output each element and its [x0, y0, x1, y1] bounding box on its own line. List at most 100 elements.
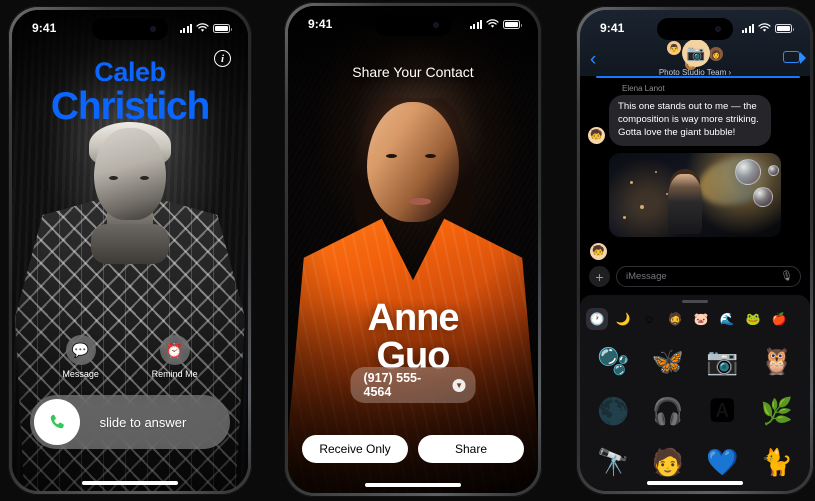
message-row: 🧒 This one stands out to me — the compos…	[588, 95, 802, 146]
avatar: 🧒	[590, 242, 607, 260]
contact-first-name: Anne	[367, 297, 460, 339]
facetime-video-icon[interactable]	[783, 51, 806, 64]
app-red-tab[interactable]: 🍎	[768, 308, 790, 330]
dynamic-island	[657, 18, 733, 40]
message-action[interactable]: 💬 Message	[62, 335, 99, 379]
telescope-sticker[interactable]: 🔭	[597, 449, 629, 475]
alarm-clock-icon: ⏰	[159, 335, 190, 365]
microphone-icon[interactable]: 🎙	[780, 271, 793, 282]
camera-sticker[interactable]: 📷	[706, 348, 738, 374]
signal-bars-icon	[470, 19, 482, 29]
chevron-down-icon[interactable]: ▼	[452, 378, 466, 392]
wifi-icon	[196, 23, 209, 32]
message-sender-name: Elena Lanot	[622, 84, 665, 93]
back-button[interactable]: ‹	[590, 50, 596, 69]
avatar: 👩	[709, 47, 723, 61]
photo-attachment[interactable]: ⬇	[609, 152, 781, 237]
imessage-input[interactable]: iMessage 🎙	[616, 266, 801, 287]
group-header[interactable]: 👨 📷 👩 🧑 Photo Studio Team ›	[659, 39, 731, 77]
group-camera-avatar: 📷	[682, 39, 710, 67]
sticker-drawer: 🕐 🌙 ☺ 🧔 🐷 🌊 🐸 🍎 🫧 🦋 📷 🦉 🌑 🎧 🅰 🌿 🔭 🧑 💙 🐈	[580, 295, 810, 491]
message-action-label: Message	[62, 369, 99, 379]
signal-bars-icon	[180, 23, 192, 33]
app-green-tab[interactable]: 🐸	[742, 308, 764, 330]
contact-phone-pill[interactable]: (917) 555-4564 ▼	[350, 367, 476, 403]
home-indicator[interactable]	[82, 481, 178, 485]
screenshot-canvas: 9:41 i Caleb Christich 💬 Message ⏰ Remin…	[0, 0, 815, 501]
phone-messages: ‹ 👨 📷 👩 🧑 Photo Studio Team › E	[576, 6, 814, 495]
sparkle	[639, 204, 644, 209]
status-time: 9:41	[600, 21, 625, 35]
drawer-grabber[interactable]	[682, 300, 708, 303]
phone-incoming-call: 9:41 i Caleb Christich 💬 Message ⏰ Remin…	[8, 6, 252, 495]
bubbles-sticker[interactable]: 🫧	[597, 348, 629, 374]
caller-last-name: Christich	[50, 84, 210, 128]
headphones-sticker[interactable]: 🎧	[652, 398, 684, 424]
remind-me-action-label: Remind Me	[151, 369, 198, 379]
sticker-grid: 🫧 🦋 📷 🦉 🌑 🎧 🅰 🌿 🔭 🧑 💙 🐈	[580, 336, 810, 491]
call-info-button[interactable]: i	[214, 50, 231, 67]
viking-sticker[interactable]: 🧑	[652, 449, 684, 475]
sparkle	[655, 171, 658, 173]
owl-sticker[interactable]: 🦉	[761, 348, 793, 374]
messages-app: ‹ 👨 📷 👩 🧑 Photo Studio Team › E	[580, 10, 810, 491]
wifi-icon	[486, 19, 499, 28]
bubble-sticker-medium[interactable]	[753, 186, 773, 207]
receive-only-button[interactable]: Receive Only	[302, 435, 408, 463]
emoji-tab[interactable]: ☺	[638, 308, 660, 330]
moon-sticker[interactable]: 🌑	[597, 398, 629, 424]
slide-to-answer-label: slide to answer	[99, 414, 187, 430]
dynamic-island	[92, 18, 168, 40]
message-bubble[interactable]: This one stands out to me — the composit…	[609, 95, 771, 146]
group-avatars: 👨 📷 👩 🧑	[667, 39, 723, 70]
add-attachment-button[interactable]: +	[589, 266, 610, 287]
battery-icon	[503, 19, 522, 29]
phone-handset-icon	[50, 414, 64, 428]
group-name: Photo Studio Team ›	[658, 68, 732, 77]
screen-incoming-call: 9:41 i Caleb Christich 💬 Message ⏰ Remin…	[12, 10, 248, 491]
call-quick-actions: 💬 Message ⏰ Remind Me	[12, 335, 248, 379]
status-indicators	[470, 19, 522, 29]
cat-sticker[interactable]: 🐈	[761, 449, 793, 475]
caller-first-name: Caleb	[94, 57, 166, 87]
stickers-tab[interactable]: 🌙	[612, 308, 634, 330]
monstera-leaf-sticker[interactable]: 🌿	[761, 398, 793, 424]
app-blue-tab[interactable]: 🌊	[716, 308, 738, 330]
contact-name: Anne Guo	[288, 299, 538, 375]
a-plus-sticker[interactable]: 🅰	[709, 398, 735, 424]
status-time: 9:41	[308, 17, 333, 31]
memoji-tab[interactable]: 🧔	[664, 308, 686, 330]
remind-me-action[interactable]: ⏰ Remind Me	[152, 335, 198, 379]
avatar: 👨	[667, 41, 681, 55]
photo-subject	[667, 174, 702, 235]
screen-share-contact: 9:41 Share Your Contact Anne Guo (917) 5…	[288, 6, 538, 493]
page-title: Share Your Contact	[352, 64, 474, 80]
answer-knob[interactable]	[34, 399, 80, 445]
phone-share-contact: 9:41 Share Your Contact Anne Guo (917) 5…	[284, 2, 542, 497]
sparkle	[629, 181, 633, 185]
status-time: 9:41	[32, 21, 57, 35]
bubble-sticker-large[interactable]	[735, 158, 761, 185]
wifi-icon	[758, 23, 771, 32]
home-indicator[interactable]	[647, 481, 743, 485]
sparkle	[622, 216, 626, 220]
share-contact-buttons: Receive Only Share	[302, 435, 524, 463]
bubble-sticker-small[interactable]	[768, 164, 779, 176]
signal-bars-icon	[742, 23, 754, 33]
imessage-placeholder: iMessage	[626, 271, 667, 282]
caller-name: Caleb Christich	[12, 57, 248, 128]
screen-messages: ‹ 👨 📷 👩 🧑 Photo Studio Team › E	[580, 10, 810, 491]
dynamic-island	[375, 14, 451, 36]
battery-icon	[775, 23, 794, 33]
slide-to-answer-slider[interactable]: slide to answer	[30, 395, 230, 449]
app-pink-tab[interactable]: 🐷	[690, 308, 712, 330]
share-button[interactable]: Share	[418, 435, 524, 463]
drawer-tabs: 🕐 🌙 ☺ 🧔 🐷 🌊 🐸 🍎	[580, 308, 810, 336]
message-thread[interactable]: Elena Lanot 🧒 This one stands out to me …	[580, 78, 810, 260]
home-indicator[interactable]	[365, 483, 461, 487]
butterfly-sticker[interactable]: 🦋	[652, 348, 684, 374]
blue-heart-sticker[interactable]: 💙	[706, 449, 738, 475]
status-indicators	[180, 23, 232, 33]
avatar: 🧒	[588, 126, 605, 144]
recents-tab[interactable]: 🕐	[586, 308, 608, 330]
